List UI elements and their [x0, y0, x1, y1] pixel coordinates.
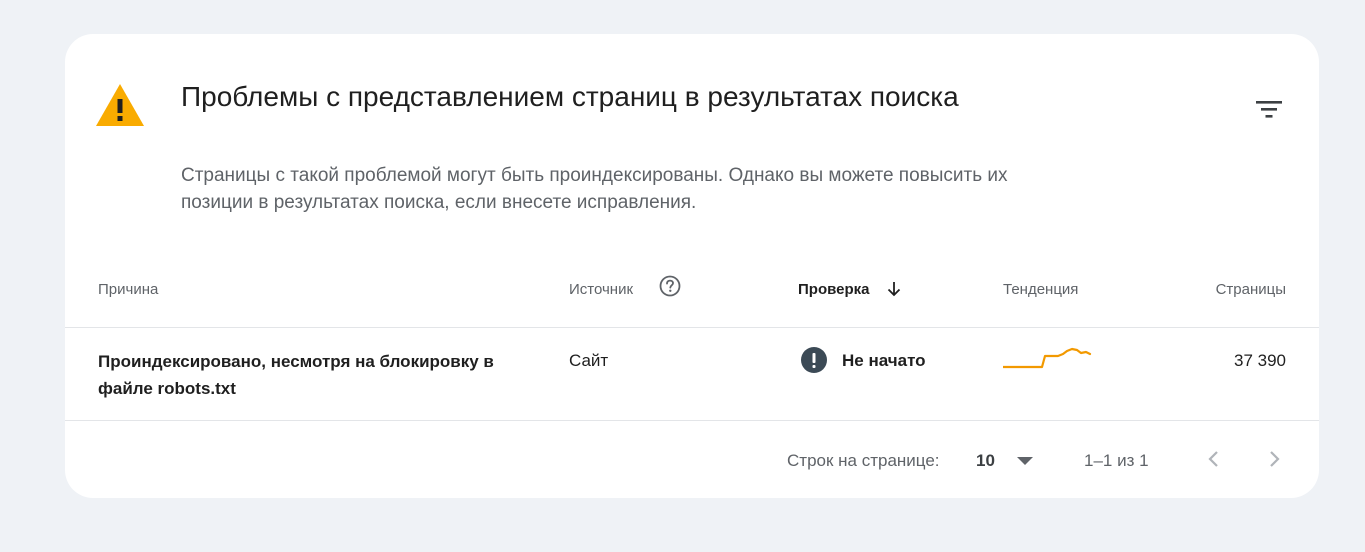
row-pages: 37 390 [1234, 351, 1286, 370]
card-title: Проблемы с представлением страниц в резу… [181, 81, 959, 112]
rows-per-page-select[interactable]: 10 [971, 444, 1045, 478]
column-header-validation[interactable]: Проверка [798, 280, 869, 300]
column-header-trend[interactable]: Тенденция [1003, 280, 1078, 300]
rows-per-page-value: 10 [976, 451, 995, 470]
chevron-right-icon[interactable] [1261, 446, 1287, 472]
exclamation-circle-icon [801, 347, 827, 373]
help-circle-icon[interactable] [659, 275, 681, 297]
column-header-source[interactable]: Источник [569, 280, 633, 300]
trend-sparkline [1003, 347, 1092, 369]
pagination-range: 1–1 из 1 [1084, 451, 1149, 470]
row-source: Сайт [569, 351, 609, 370]
arrow-down-icon[interactable] [885, 280, 903, 298]
caret-down-icon [1017, 457, 1033, 465]
issue-card: Проблемы с представлением страниц в резу… [65, 34, 1319, 498]
filter-icon [1256, 101, 1282, 118]
rows-per-page-label: Строк на странице: [787, 451, 940, 470]
card-subtitle: Страницы с такой проблемой могут быть пр… [181, 165, 1008, 213]
row-status: Не начато [842, 351, 926, 370]
row-divider [65, 420, 1319, 421]
column-header-pages[interactable]: Страницы [1216, 280, 1286, 300]
filter-button[interactable] [1249, 94, 1289, 124]
table-row[interactable]: Проиндексировано, несмотря на блокировку… [65, 328, 1319, 420]
column-header-reason[interactable]: Причина [98, 280, 158, 300]
row-reason: Проиндексировано, несмотря на блокировку… [98, 352, 494, 398]
warning-triangle-icon [96, 84, 144, 126]
chevron-left-icon[interactable] [1201, 446, 1227, 472]
